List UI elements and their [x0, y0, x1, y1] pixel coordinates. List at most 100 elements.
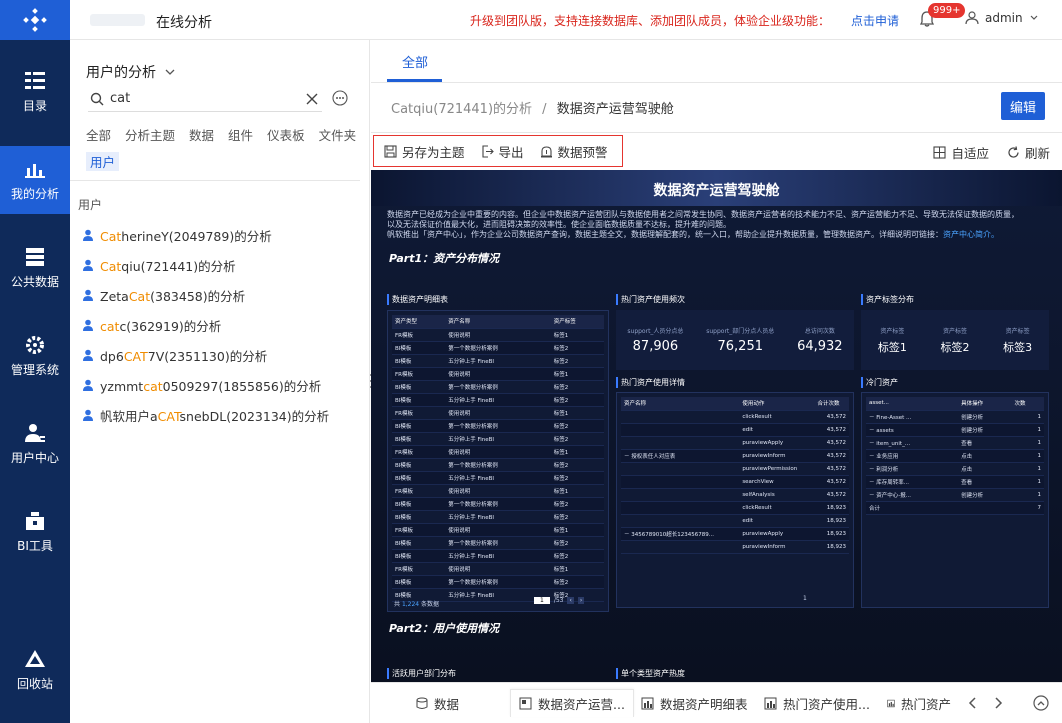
table-row[interactable]: FR模板 使用说明 标签1	[392, 406, 604, 420]
nav-item-bi-tools[interactable]: BI工具	[0, 498, 70, 566]
breadcrumb-parent[interactable]: Catqiu(721441)的分析	[391, 102, 532, 117]
list-item[interactable]: dp6CAT7V(2351130)的分析	[82, 340, 329, 370]
export-button[interactable]: 导出	[481, 142, 524, 161]
col-header[interactable]: 具体操作	[958, 397, 1012, 411]
table-cell: 标签2	[550, 510, 604, 524]
list-item[interactable]: yzmmtcat0509297(1855856)的分析	[82, 370, 329, 400]
table-row[interactable]: FR模板 使用说明 标签1	[392, 445, 604, 459]
nav-item-user-center[interactable]: 用户中心	[0, 410, 70, 478]
bottom-tab-hot-asset[interactable]: 热门资产	[887, 689, 951, 717]
intro-link[interactable]: 资产中心简介。	[943, 230, 999, 239]
table-row[interactable]: BI模板 五分钟上手 FineBI 标签2	[392, 549, 604, 563]
chevron-left-icon[interactable]	[968, 697, 978, 709]
table-row[interactable]: clickResult 18,923	[621, 501, 849, 515]
table-row[interactable]: FR模板 使用说明 标签1	[392, 484, 604, 498]
table-row[interactable]: searchView 43,572	[621, 475, 849, 489]
filter-dashboard[interactable]: 仪表板	[267, 125, 305, 144]
filter-data[interactable]: 数据	[189, 125, 214, 144]
table-cell: clickResult	[739, 410, 815, 424]
table-row[interactable]: BI模板 第一个数据分析案例 标签2	[392, 536, 604, 550]
filter-all[interactable]: 全部	[86, 125, 111, 144]
table-row[interactable]: FR模板 使用说明 标签1	[392, 328, 604, 342]
table-row[interactable]: － 授权表任人对应表 puraviewInform 43,572	[621, 449, 849, 463]
table-row[interactable]: BI模板 五分钟上手 FineBI 标签2	[392, 432, 604, 446]
col-header[interactable]: 资产标签	[550, 315, 604, 329]
bottom-tab-detail[interactable]: 数据资产明细表	[641, 689, 748, 717]
table-row[interactable]: puraviewInform 18,923	[621, 540, 849, 554]
filter-component[interactable]: 组件	[228, 125, 253, 144]
table-row[interactable]: － 资产中心-报... 创建分析 1	[866, 488, 1044, 502]
page-input[interactable]: 1	[534, 597, 550, 604]
list-item[interactable]: catc(362919)的分析	[82, 310, 329, 340]
edit-button[interactable]: 编辑	[1001, 92, 1045, 120]
table-row[interactable]: BI模板 第一个数据分析案例 标签2	[392, 341, 604, 355]
table-row[interactable]: － 业务应用 点击 1	[866, 449, 1044, 463]
close-icon[interactable]	[306, 93, 318, 105]
filter-topic[interactable]: 分析主题	[125, 125, 175, 144]
table-row[interactable]: clickResult 43,572	[621, 410, 849, 424]
data-alert-button[interactable]: 数据预警	[540, 142, 608, 161]
table-row[interactable]: puraviewApply 43,572	[621, 436, 849, 450]
table-row[interactable]: － item_unit_... 查看 1	[866, 436, 1044, 450]
collapse-up-icon[interactable]	[1033, 695, 1049, 711]
filter-user[interactable]: 用户	[86, 152, 120, 171]
refresh-button[interactable]: 刷新	[1007, 143, 1050, 162]
bottom-tab-data[interactable]: 数据	[416, 689, 459, 717]
col-header[interactable]: 合计次数	[814, 397, 849, 411]
table-cell: 标签2	[550, 393, 604, 407]
table-row[interactable]: － 库存周转率... 查看 1	[866, 475, 1044, 489]
prev-page-button[interactable]: ‹	[567, 597, 574, 604]
table-row[interactable]: edit 43,572	[621, 423, 849, 437]
more-options-button[interactable]	[332, 90, 348, 110]
list-item[interactable]: ZetaCat(383458)的分析	[82, 280, 329, 310]
table-row[interactable]: FR模板 使用说明 标签1	[392, 562, 604, 576]
nav-item-public-data[interactable]: 公共数据	[0, 234, 70, 302]
table-row[interactable]: － assets 创建分析 1	[866, 423, 1044, 437]
table-row[interactable]: BI模板 五分钟上手 FineBI 标签2	[392, 510, 604, 524]
list-item[interactable]: 帆软用户aCATsnebDL(2023134)的分析	[82, 400, 329, 430]
nav-item-admin[interactable]: 管理系统	[0, 322, 70, 390]
table-cell: 第一个数据分析案例	[445, 458, 551, 472]
table-row[interactable]: FR模板 使用说明 标签1	[392, 523, 604, 537]
table-row[interactable]: puraviewPermission 43,572	[621, 462, 849, 476]
list-item[interactable]: CatherineY(2049789)的分析	[82, 220, 329, 250]
col-header[interactable]: 资产名称	[445, 315, 551, 329]
chevron-right-icon[interactable]	[993, 697, 1003, 709]
table-row[interactable]: BI模板 第一个数据分析案例 标签2	[392, 497, 604, 511]
apply-link[interactable]: 点击申请	[851, 12, 899, 29]
table-row[interactable]: BI模板 五分钟上手 FineBI 标签2	[392, 393, 604, 407]
next-page-button[interactable]: ›	[577, 597, 585, 604]
table-row[interactable]: BI模板 五分钟上手 FineBI 标签2	[392, 354, 604, 368]
user-menu[interactable]: admin	[965, 11, 1039, 25]
col-header[interactable]: asset...	[866, 397, 959, 411]
table-row[interactable]: selfAnalysis 43,572	[621, 488, 849, 502]
col-header[interactable]: 资产类型	[392, 315, 446, 329]
table-row[interactable]: － Fine-Asset ... 创建分析 1	[866, 410, 1044, 424]
bottom-tab-hot-usage[interactable]: 热门资产使用...	[764, 689, 870, 717]
table-row[interactable]: BI模板 五分钟上手 FineBI 标签2	[392, 471, 604, 485]
filter-folder[interactable]: 文件夹	[319, 125, 357, 144]
table-row[interactable]: BI模板 第一个数据分析案例 标签2	[392, 458, 604, 472]
table-row[interactable]: BI模板 第一个数据分析案例 标签2	[392, 419, 604, 433]
col-header[interactable]: 使用动作	[739, 397, 815, 411]
list-item[interactable]: Catqiu(721441)的分析	[82, 250, 329, 280]
sidebar-title[interactable]: 用户的分析	[86, 62, 176, 82]
save-as-topic-button[interactable]: 另存为主题	[384, 142, 465, 161]
nav-item-catalog[interactable]: 目录	[0, 58, 70, 126]
fit-button[interactable]: 自适应	[933, 143, 989, 162]
logo[interactable]	[0, 0, 70, 40]
table-row[interactable]: － 利润分析 点击 1	[866, 462, 1044, 476]
tab-all[interactable]: 全部	[402, 52, 428, 71]
table-row[interactable]: edit 18,923	[621, 514, 849, 528]
col-header[interactable]: 次数	[1011, 397, 1044, 411]
table-row[interactable]: － 3456789010超长123456789... puraviewApply 1…	[621, 527, 849, 541]
search-input[interactable]: cat	[88, 86, 322, 112]
table-cell: 1	[1011, 449, 1044, 463]
table-row[interactable]: BI模板 第一个数据分析案例 标签2	[392, 380, 604, 394]
nav-item-my-analysis[interactable]: 我的分析	[0, 146, 70, 214]
bottom-tab-dashboard[interactable]: 数据资产运营...	[510, 689, 634, 717]
nav-item-recycle[interactable]: 回收站	[0, 636, 70, 704]
table-row[interactable]: BI模板 第一个数据分析案例 标签2	[392, 575, 604, 589]
table-row[interactable]: FR模板 使用说明 标签1	[392, 367, 604, 381]
col-header[interactable]: 资产名称	[621, 397, 740, 411]
